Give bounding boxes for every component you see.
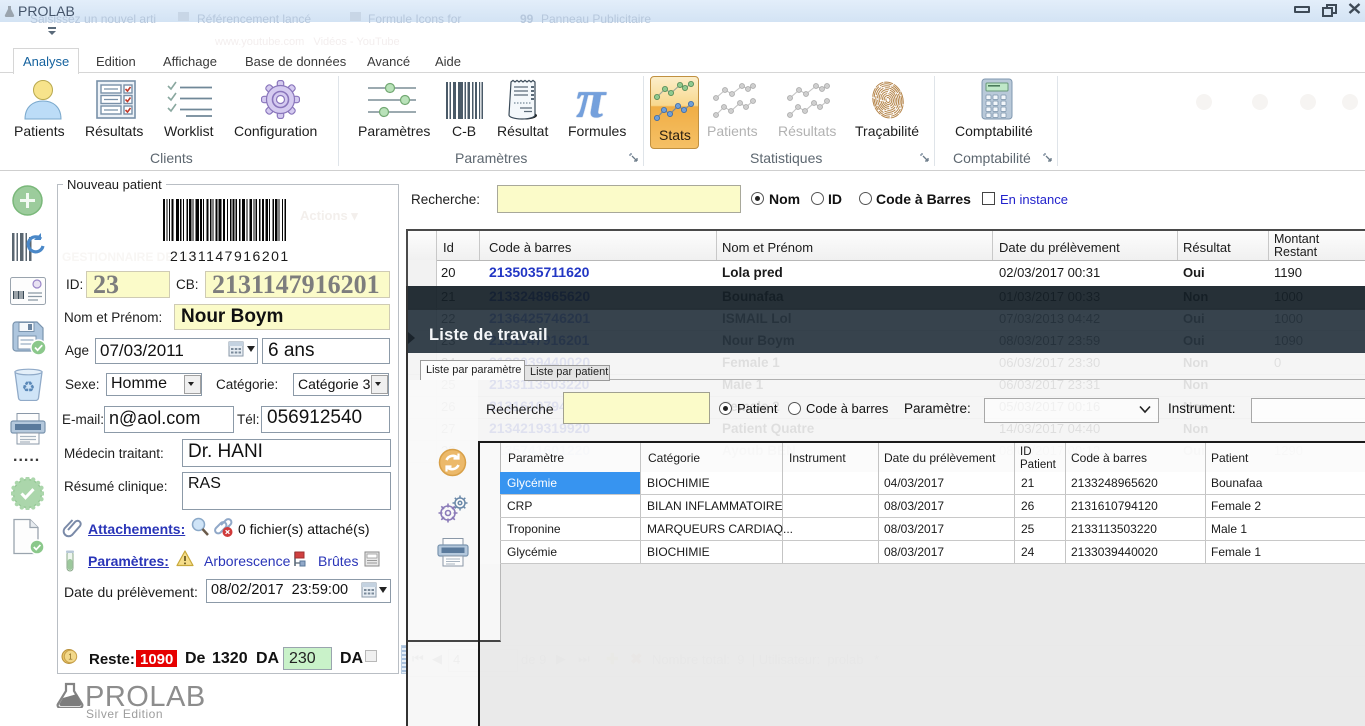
svg-text:♻: ♻	[22, 379, 35, 396]
svg-text:1: 1	[68, 653, 73, 662]
